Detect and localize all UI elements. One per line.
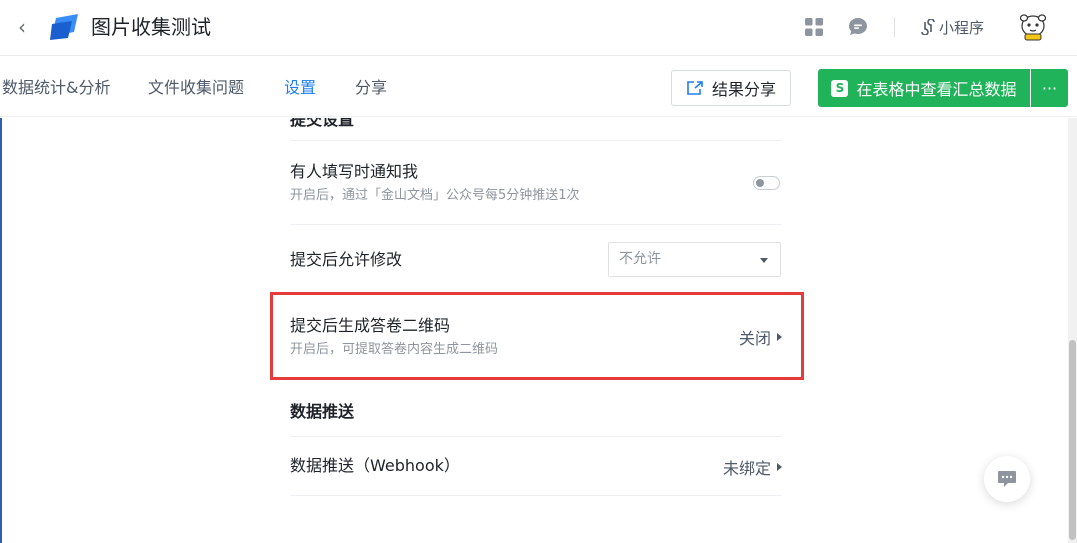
header-divider xyxy=(894,17,895,37)
highlight-box xyxy=(270,292,804,380)
result-share-label: 结果分享 xyxy=(711,80,776,99)
tab-statistics[interactable]: 数据统计&分析 xyxy=(2,77,110,99)
webhook-value: 未绑定 xyxy=(722,459,771,478)
scrollbar-thumb[interactable] xyxy=(1069,340,1076,540)
section-divider xyxy=(290,118,782,141)
vertical-scrollbar[interactable] xyxy=(1068,118,1077,543)
allow-edit-value: 不允许 xyxy=(619,251,661,267)
tab-share[interactable]: 分享 xyxy=(355,77,387,99)
mascot-avatar[interactable] xyxy=(1017,12,1049,42)
tab-bar: 数据统计&分析 文件收集问题 设置 分享 结果分享 S 在表格中查看汇总数据 ·… xyxy=(0,57,1077,117)
page-title: 图片收集测试 xyxy=(91,15,211,39)
toggle-knob xyxy=(756,179,764,187)
mini-program-label: 小程序 xyxy=(939,18,985,37)
top-bar: ‹ 图片收集测试 小程序 xyxy=(0,0,1077,56)
webhook-row[interactable]: 数据推送（Webhook） 未绑定 xyxy=(290,436,782,496)
form-logo-icon xyxy=(50,14,78,40)
notify-setting-row: 有人填写时通知我 开启后，通过「金山文档」公众号每5分钟推送1次 xyxy=(290,141,782,225)
notify-title: 有人填写时通知我 xyxy=(290,162,419,181)
caret-right-icon xyxy=(777,463,782,471)
link-icon xyxy=(921,19,935,35)
settings-panel: 提交设置 有人填写时通知我 开启后，通过「金山文档」公众号每5分钟推送1次 提交… xyxy=(0,118,1077,543)
notify-toggle[interactable] xyxy=(753,176,780,190)
view-in-sheet-label: 在表格中查看汇总数据 xyxy=(856,80,1017,99)
tab-file-questions[interactable]: 文件收集问题 xyxy=(148,77,244,99)
more-options-button[interactable]: ··· xyxy=(1031,69,1068,107)
chat-bubble-icon[interactable] xyxy=(847,16,869,38)
view-in-sheet-button[interactable]: S 在表格中查看汇总数据 xyxy=(818,69,1030,107)
share-icon xyxy=(687,81,703,95)
notify-desc: 开启后，通过「金山文档」公众号每5分钟推送1次 xyxy=(290,188,580,203)
allow-edit-select[interactable]: 不允许 xyxy=(608,242,781,277)
allow-edit-title: 提交后允许修改 xyxy=(290,250,403,269)
webhook-value-link[interactable]: 未绑定 xyxy=(723,455,782,479)
grid-icon[interactable] xyxy=(805,18,823,36)
mini-program-link[interactable]: 小程序 xyxy=(921,15,984,39)
data-push-section-title: 数据推送 xyxy=(290,402,355,421)
back-chevron-icon[interactable]: ‹ xyxy=(12,14,32,40)
webhook-title: 数据推送（Webhook） xyxy=(290,456,460,475)
sheet-icon: S xyxy=(831,79,849,97)
tab-settings[interactable]: 设置 xyxy=(284,77,316,99)
chevron-down-icon xyxy=(760,258,768,263)
message-icon xyxy=(998,471,1016,487)
result-share-button[interactable]: 结果分享 xyxy=(671,70,791,106)
allow-edit-row: 提交后允许修改 不允许 xyxy=(290,225,782,295)
feedback-chat-button[interactable] xyxy=(984,456,1030,502)
